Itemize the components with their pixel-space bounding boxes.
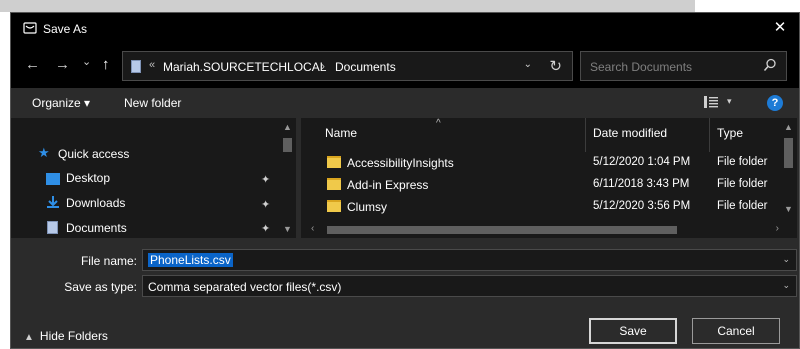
search-placeholder: Search Documents xyxy=(590,60,693,74)
file-name: Add-in Express xyxy=(347,178,429,192)
search-box[interactable]: Search Documents xyxy=(580,51,787,81)
save-as-type-value: Comma separated vector files(*.csv) xyxy=(148,280,342,294)
file-date: 5/12/2020 1:04 PM xyxy=(593,156,691,168)
file-list-horizontal-scrollbar[interactable]: ‹ › xyxy=(301,222,797,238)
file-date: 5/12/2020 3:56 PM xyxy=(593,200,691,212)
address-segment-documents[interactable]: Documents xyxy=(335,60,396,74)
file-name: Clumsy xyxy=(347,200,388,214)
address-bar[interactable]: « Mariah.SOURCETECHLOCAL › Documents ⌄ ↻ xyxy=(122,51,573,81)
save-as-type-select[interactable]: Comma separated vector files(*.csv) ⌄ xyxy=(142,275,797,297)
desktop-icon xyxy=(46,173,60,185)
scroll-right-icon[interactable]: › xyxy=(776,223,779,234)
file-list: ^ Name Date modified Type AccessibilityI… xyxy=(301,118,797,238)
chevron-down-icon[interactable]: ⌄ xyxy=(782,254,790,265)
folder-icon xyxy=(327,200,341,212)
pin-icon: ✦ xyxy=(261,174,271,186)
new-folder-button[interactable]: New folder xyxy=(124,96,181,110)
window-title: Save As xyxy=(43,22,88,36)
column-divider[interactable] xyxy=(709,118,710,152)
scroll-up-icon[interactable]: ▲ xyxy=(784,122,793,132)
folder-icon xyxy=(327,178,341,190)
view-options-icon[interactable] xyxy=(704,96,718,108)
file-type: File folder xyxy=(717,156,768,168)
back-button[interactable]: ← xyxy=(25,56,40,74)
up-button[interactable]: ↑ xyxy=(102,56,110,74)
documents-icon xyxy=(131,60,141,73)
sort-ascending-icon: ^ xyxy=(436,118,441,129)
address-separator[interactable]: › xyxy=(321,59,325,73)
navigation-pane: ★ Quick access Desktop ✦ Downloads ✦ Doc… xyxy=(11,118,296,238)
column-header-name[interactable]: Name xyxy=(325,126,357,140)
file-row[interactable]: AccessibilityInsights 5/12/2020 1:04 PM … xyxy=(301,152,779,174)
scroll-down-icon[interactable]: ▼ xyxy=(283,224,292,234)
app-icon xyxy=(23,22,37,34)
save-button[interactable]: Save xyxy=(589,318,677,344)
navigation-bar: ← → ⌄ ↑ « Mariah.SOURCETECHLOCAL › Docum… xyxy=(11,44,799,88)
recent-locations-button[interactable]: ⌄ xyxy=(82,53,91,71)
nav-item-label: Documents xyxy=(66,221,127,235)
nav-item-label: Downloads xyxy=(66,196,126,210)
command-bar: Organize ▾ New folder ▾ ? xyxy=(11,88,799,118)
save-as-type-label: Save as type: xyxy=(64,280,137,294)
file-type: File folder xyxy=(717,178,768,190)
address-segment-user[interactable]: Mariah.SOURCETECHLOCAL xyxy=(163,60,326,74)
hide-folders-toggle[interactable]: ▲ Hide Folders xyxy=(24,329,108,343)
documents-icon xyxy=(47,221,58,234)
file-name-value[interactable]: PhoneLists.csv xyxy=(148,253,233,267)
address-overflow[interactable]: « xyxy=(149,59,155,71)
file-list-vertical-scrollbar[interactable]: ▲ ▼ xyxy=(780,118,797,222)
file-name-field[interactable]: PhoneLists.csv ⌄ xyxy=(142,249,797,271)
scroll-thumb[interactable] xyxy=(784,138,793,168)
hide-folders-label: Hide Folders xyxy=(39,329,108,343)
file-name-label: File name: xyxy=(80,254,137,268)
view-dropdown[interactable]: ▾ xyxy=(727,96,732,107)
scroll-thumb[interactable] xyxy=(327,226,677,234)
nav-item-label: Quick access xyxy=(58,147,130,161)
nav-pane-scrollbar[interactable]: ▲ ▼ xyxy=(279,118,296,238)
forward-button[interactable]: → xyxy=(55,56,70,74)
search-icon xyxy=(763,58,776,71)
chevron-down-icon[interactable]: ⌄ xyxy=(782,280,790,291)
title-bar: Save As ✕ xyxy=(11,13,799,44)
column-divider[interactable] xyxy=(585,118,586,152)
pin-icon: ✦ xyxy=(261,223,271,235)
scroll-thumb[interactable] xyxy=(283,138,292,152)
scroll-down-icon[interactable]: ▼ xyxy=(784,204,793,214)
folder-icon xyxy=(327,156,341,168)
file-type: File folder xyxy=(717,200,768,212)
close-button[interactable]: ✕ xyxy=(769,17,791,39)
file-date: 6/11/2018 3:43 PM xyxy=(593,178,690,190)
file-name: AccessibilityInsights xyxy=(347,156,454,170)
scroll-up-icon[interactable]: ▲ xyxy=(283,122,292,132)
file-row[interactable]: Clumsy 5/12/2020 3:56 PM File folder xyxy=(301,196,779,218)
column-header-type[interactable]: Type xyxy=(717,126,743,140)
file-row[interactable]: Add-in Express 6/11/2018 3:43 PM File fo… xyxy=(301,174,779,196)
cancel-button[interactable]: Cancel xyxy=(692,318,780,344)
help-icon[interactable]: ? xyxy=(767,95,783,111)
address-dropdown[interactable]: ⌄ xyxy=(524,59,532,70)
download-icon xyxy=(47,196,59,208)
column-header-date[interactable]: Date modified xyxy=(593,126,667,140)
background-window xyxy=(0,0,695,12)
scroll-left-icon[interactable]: ‹ xyxy=(311,223,314,234)
refresh-button[interactable]: ↻ xyxy=(549,57,562,75)
chevron-up-icon: ▲ xyxy=(24,332,34,343)
nav-item-label: Desktop xyxy=(66,171,111,185)
organize-button[interactable]: Organize ▾ xyxy=(32,96,90,110)
save-as-dialog: Save As ✕ ← → ⌄ ↑ « Mariah.SOURCETECHLOC… xyxy=(10,12,800,349)
pin-icon: ✦ xyxy=(261,199,271,211)
star-icon: ★ xyxy=(38,145,50,160)
